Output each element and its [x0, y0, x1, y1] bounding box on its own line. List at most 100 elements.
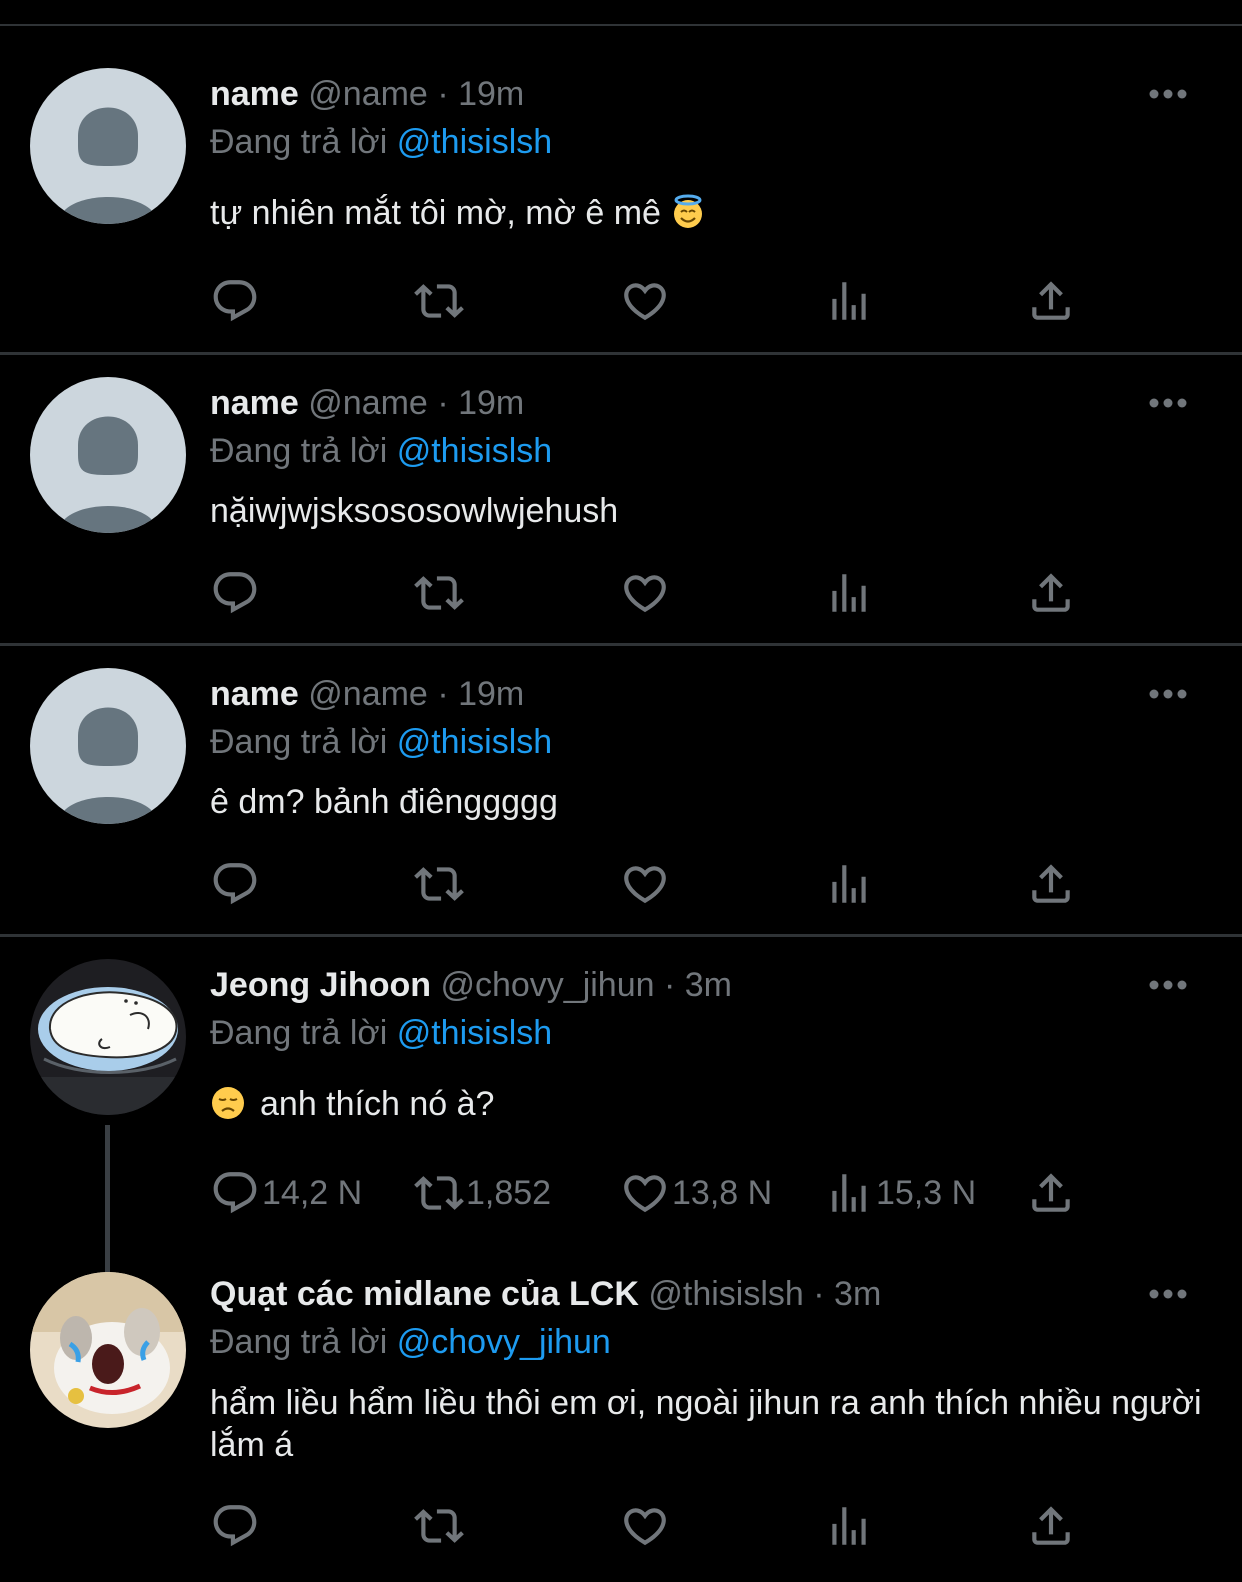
retweet-button[interactable]	[414, 275, 466, 327]
share-button[interactable]	[1026, 1167, 1076, 1219]
disappointed-face-emoji	[212, 1087, 244, 1119]
replying-to-label: Đang trả lời	[210, 123, 388, 161]
more-dots-icon[interactable]	[1146, 393, 1190, 413]
like-button[interactable]	[620, 1500, 672, 1552]
replying-to: Đang trả lời @thisislsh	[210, 429, 552, 473]
views-button[interactable]: 15,3 N	[824, 1167, 976, 1219]
avatar[interactable]	[30, 377, 186, 533]
user-handle[interactable]: @name	[308, 675, 428, 713]
share-icon	[1026, 1168, 1076, 1218]
tweet-header: Quạt các midlane của LCK @thisislsh · 3m	[210, 1272, 881, 1316]
reply-button[interactable]	[210, 567, 262, 619]
user-avatar-image	[30, 1272, 186, 1428]
more-dots-icon[interactable]	[1146, 975, 1190, 995]
share-button[interactable]	[1026, 275, 1076, 327]
replying-to-handle[interactable]: @thisislsh	[397, 1014, 552, 1052]
views-count: 15,3 N	[876, 1173, 977, 1212]
display-name[interactable]: name	[210, 384, 299, 422]
tweet[interactable]: name @name · 19m Đang trả lời @thisislsh…	[0, 646, 1242, 934]
tweet-actions	[210, 1500, 1090, 1552]
user-handle[interactable]: @chovy_jihun	[440, 966, 654, 1004]
tweet[interactable]: Jeong Jihoon @chovy_jihun · 3m Đang trả …	[0, 937, 1242, 1252]
views-icon	[824, 1501, 874, 1551]
retweet-button[interactable]	[414, 858, 466, 910]
heart-icon	[620, 1168, 670, 1218]
like-button[interactable]	[620, 858, 672, 910]
like-count: 13,8 N	[672, 1173, 773, 1212]
user-handle[interactable]: @thisislsh	[648, 1275, 803, 1313]
retweet-button[interactable]: 1,852	[414, 1167, 551, 1219]
timestamp[interactable]: 19m	[458, 384, 524, 422]
display-name[interactable]: Jeong Jihoon	[210, 966, 431, 1004]
smiling-face-with-halo-emoji	[674, 194, 703, 228]
tweet-header: Jeong Jihoon @chovy_jihun · 3m	[210, 963, 732, 1007]
timestamp[interactable]: 3m	[834, 1275, 881, 1313]
retweet-icon	[414, 276, 464, 326]
views-icon	[824, 568, 874, 618]
share-icon	[1026, 1501, 1076, 1551]
reply-button[interactable]	[210, 1500, 262, 1552]
share-button[interactable]	[1026, 567, 1076, 619]
separator-dot: ·	[813, 1275, 825, 1313]
reply-button[interactable]: 14,2 N	[210, 1167, 362, 1219]
heart-icon	[620, 859, 670, 909]
views-icon	[824, 859, 874, 909]
share-button[interactable]	[1026, 858, 1076, 910]
reply-button[interactable]	[210, 858, 262, 910]
more-dots-icon[interactable]	[1146, 1284, 1190, 1304]
views-icon	[824, 1168, 874, 1218]
display-name[interactable]: name	[210, 75, 299, 113]
separator-dot: ·	[663, 966, 676, 1004]
share-icon	[1026, 276, 1076, 326]
display-name[interactable]: name	[210, 675, 299, 713]
replying-to-handle[interactable]: @thisislsh	[397, 723, 552, 761]
replying-to-handle[interactable]: @thisislsh	[397, 432, 552, 470]
share-icon	[1026, 568, 1076, 618]
tweet[interactable]: Quạt các midlane của LCK @thisislsh · 3m…	[0, 1252, 1242, 1582]
retweet-button[interactable]	[414, 1500, 466, 1552]
default-avatar-icon	[30, 377, 186, 533]
like-button[interactable]	[620, 567, 672, 619]
replying-to: Đang trả lời @chovy_jihun	[210, 1320, 611, 1364]
user-handle[interactable]: @name	[308, 384, 428, 422]
views-button[interactable]	[824, 1500, 876, 1552]
tweet[interactable]: name @name · 19m Đang trả lời @thisislsh…	[0, 355, 1242, 643]
tweet-text: hẩm liều hẩm liều thôi em ơi, ngoài jihu…	[210, 1382, 1210, 1466]
display-name[interactable]: Quạt các midlane của LCK	[210, 1275, 639, 1313]
views-button[interactable]	[824, 567, 876, 619]
timestamp[interactable]: 19m	[458, 675, 524, 713]
reply-button[interactable]	[210, 275, 262, 327]
tweet-text-content: tự nhiên mắt tôi mờ, mờ ê mê	[210, 194, 661, 232]
avatar[interactable]	[30, 68, 186, 224]
like-button[interactable]: 13,8 N	[620, 1167, 772, 1219]
views-button[interactable]	[824, 858, 876, 910]
user-handle[interactable]: @name	[308, 75, 428, 113]
like-button[interactable]	[620, 275, 672, 327]
replying-to-label: Đang trả lời	[210, 1014, 388, 1052]
avatar[interactable]	[30, 668, 186, 824]
replying-to-handle[interactable]: @thisislsh	[397, 123, 552, 161]
tweet[interactable]: name @name · 19m Đang trả lời @thisislsh…	[0, 0, 1242, 352]
more-dots-icon[interactable]	[1146, 84, 1190, 104]
more-dots-icon[interactable]	[1146, 684, 1190, 704]
tweet-header: name @name · 19m	[210, 672, 524, 716]
reply-icon	[210, 859, 260, 909]
reply-icon	[210, 276, 260, 326]
tweet-header: name @name · 19m	[210, 72, 524, 116]
avatar[interactable]	[30, 959, 186, 1115]
views-icon	[824, 276, 874, 326]
retweet-button[interactable]	[414, 567, 466, 619]
retweet-icon	[414, 1168, 464, 1218]
heart-icon	[620, 1501, 670, 1551]
share-button[interactable]	[1026, 1500, 1076, 1552]
retweet-icon	[414, 859, 464, 909]
retweet-icon	[414, 1501, 464, 1551]
separator-dot: ·	[437, 384, 449, 422]
timestamp[interactable]: 3m	[685, 966, 732, 1004]
views-button[interactable]	[824, 275, 876, 327]
tweet-text-content: nặiwjwjsksososowlwjehush	[210, 492, 619, 530]
tweet-actions	[210, 567, 1090, 619]
avatar[interactable]	[30, 1272, 186, 1428]
timestamp[interactable]: 19m	[458, 75, 524, 113]
replying-to-handle[interactable]: @chovy_jihun	[397, 1323, 611, 1361]
